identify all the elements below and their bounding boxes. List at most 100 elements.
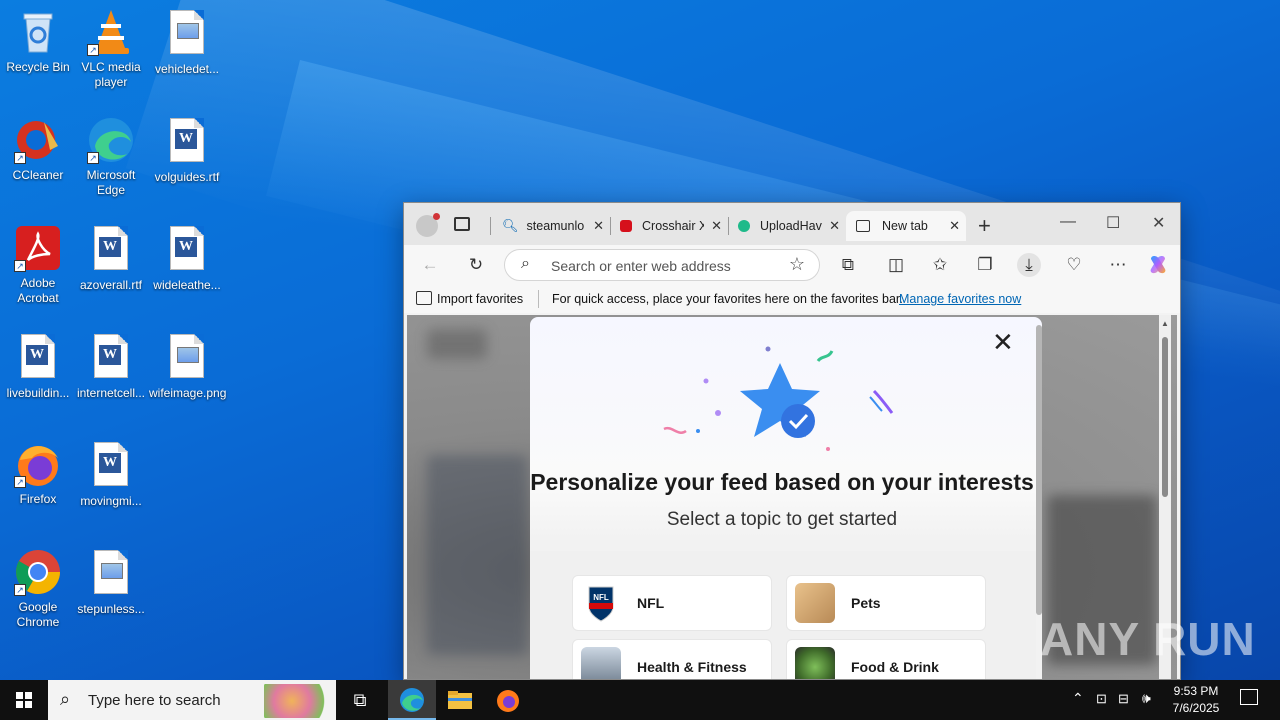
tab-close-icon[interactable]: ✕ bbox=[593, 218, 604, 234]
import-icon bbox=[416, 291, 432, 305]
copilot-icon[interactable] bbox=[1146, 253, 1170, 277]
anyrun-watermark: ANY RUN bbox=[1040, 613, 1256, 665]
image-file-icon bbox=[163, 334, 211, 382]
image-file-icon bbox=[163, 10, 211, 58]
minimize-icon[interactable]: — bbox=[1060, 213, 1076, 231]
desktop-icon-vehicledet[interactable]: vehicledet... bbox=[149, 8, 225, 77]
taskbar-search-box[interactable]: ⌕ Type here to search bbox=[48, 680, 336, 720]
dialog-subtitle: Select a topic to get started bbox=[666, 509, 898, 530]
back-arrow-icon[interactable]: ← bbox=[418, 253, 442, 277]
search-icon: 🔍︎ bbox=[502, 218, 519, 233]
chevron-up-icon[interactable]: ⌃ bbox=[1072, 690, 1084, 707]
personalize-feed-dialog: ✕ Personalize your feed based on your in… bbox=[530, 317, 1042, 679]
topic-health-fitness[interactable]: Health & Fitness bbox=[572, 639, 772, 679]
desktop-icon-wifeimage[interactable]: wifeimage.png bbox=[149, 332, 226, 401]
network-icon[interactable]: ⊟ bbox=[1118, 691, 1129, 707]
desktop-icon-vlc[interactable]: ↗ VLC media player bbox=[73, 8, 149, 90]
tab-new-tab[interactable]: New tab ✕ bbox=[846, 211, 966, 241]
refresh-icon[interactable]: ↻ bbox=[464, 253, 488, 277]
vlc-cone-icon: ↗ bbox=[87, 8, 135, 56]
icon-label: Google Chrome bbox=[16, 600, 60, 629]
tab-crosshair[interactable]: Crosshair X ✕ bbox=[610, 211, 728, 241]
file-explorer-icon[interactable] bbox=[436, 680, 484, 720]
desktop-icon-movingmi[interactable]: W movingmi... bbox=[73, 440, 149, 509]
device-icon[interactable]: ⊡ bbox=[1096, 691, 1107, 707]
split-screen-icon[interactable]: ◫ bbox=[884, 253, 908, 277]
icon-label: Recycle Bin bbox=[6, 60, 70, 74]
taskbar-edge-icon[interactable] bbox=[388, 680, 436, 720]
extensions-icon[interactable]: ⧉ bbox=[836, 253, 860, 277]
tab-steamunlocked[interactable]: 🔍︎ steamunlo ✕ bbox=[492, 211, 610, 241]
word-document-icon: W bbox=[87, 334, 135, 382]
address-placeholder: Search or enter web address bbox=[551, 258, 731, 274]
word-document-icon: W bbox=[163, 118, 211, 166]
topic-food-drink[interactable]: Food & Drink bbox=[786, 639, 986, 679]
manage-favorites-link[interactable]: Manage favorites now bbox=[899, 292, 1021, 306]
profile-avatar-icon[interactable] bbox=[416, 213, 440, 237]
word-document-icon: W bbox=[14, 334, 62, 382]
tab-title: UploadHav bbox=[760, 219, 822, 233]
favorites-bar: Import favorites For quick access, place… bbox=[404, 285, 1180, 313]
taskbar: ⌕ Type here to search ⧉ ⌃ ⊡ ⊟ 🕪︎ 9:53 PM… bbox=[0, 680, 1280, 720]
clock[interactable]: 9:53 PM 7/6/2025 bbox=[1166, 684, 1226, 715]
desktop-icon-stepunless[interactable]: stepunless... bbox=[73, 548, 149, 617]
task-view-icon[interactable]: ⧉ bbox=[336, 680, 384, 720]
search-highlight-image bbox=[264, 684, 334, 718]
blurred-element bbox=[427, 329, 487, 359]
firefox-icon: ↗ bbox=[14, 440, 62, 488]
topic-label: Food & Drink bbox=[851, 659, 939, 675]
desktop-icon-edge[interactable]: ↗ Microsoft Edge bbox=[73, 116, 149, 198]
desktop-icon-internetcell[interactable]: W internetcell... bbox=[73, 332, 149, 401]
tab-close-icon[interactable]: ✕ bbox=[829, 218, 840, 234]
downloads-icon[interactable]: ⤓ bbox=[1017, 253, 1041, 277]
tab-close-icon[interactable]: ✕ bbox=[711, 218, 722, 234]
chrome-icon: ↗ bbox=[14, 548, 62, 596]
scrollbar-thumb[interactable] bbox=[1162, 337, 1168, 497]
icon-label: Microsoft Edge bbox=[86, 168, 136, 197]
notifications-icon[interactable] bbox=[1240, 689, 1258, 705]
import-favorites-button[interactable]: Import favorites bbox=[437, 292, 523, 306]
desktop-icon-wideleathe[interactable]: W wideleathe... bbox=[149, 224, 225, 293]
icon-label: Adobe Acrobat bbox=[17, 276, 59, 305]
topic-nfl[interactable]: NFL NFL bbox=[572, 575, 772, 631]
tab-title: New tab bbox=[882, 219, 928, 233]
tab-close-icon[interactable]: ✕ bbox=[949, 218, 960, 234]
icon-label: CCleaner bbox=[12, 168, 64, 182]
favorites-icon[interactable]: ✩ bbox=[928, 253, 952, 277]
divider bbox=[538, 290, 539, 308]
desktop-icon-recycle-bin[interactable]: Recycle Bin bbox=[0, 8, 76, 75]
pets-image bbox=[795, 583, 835, 623]
desktop-icon-ccleaner[interactable]: ↗ CCleaner bbox=[0, 116, 76, 183]
collections-icon[interactable]: ❐ bbox=[973, 253, 997, 277]
topic-label: Pets bbox=[851, 595, 881, 611]
start-button[interactable] bbox=[0, 680, 48, 720]
desktop-icon-firefox[interactable]: ↗ Firefox bbox=[0, 440, 76, 507]
desktop-icon-azoverall[interactable]: W azoverall.rtf bbox=[73, 224, 149, 293]
address-bar[interactable]: ⌕ Search or enter web address ☆ bbox=[504, 249, 820, 281]
tab-uploadhaven[interactable]: UploadHav ✕ bbox=[728, 211, 846, 241]
new-tab-plus-icon[interactable]: + bbox=[978, 213, 991, 239]
edge-icon: ↗ bbox=[87, 116, 135, 164]
scroll-up-icon[interactable]: ▲ bbox=[1161, 319, 1169, 328]
topic-pets[interactable]: Pets bbox=[786, 575, 986, 631]
favorite-star-icon[interactable]: ☆ bbox=[789, 254, 805, 275]
tab-title: steamunlo bbox=[526, 219, 585, 233]
more-options-icon[interactable]: ⋯ bbox=[1106, 253, 1130, 277]
search-icon: ⌕ bbox=[60, 689, 71, 709]
tab-separator bbox=[490, 217, 491, 235]
desktop-icon-livebuildin[interactable]: W livebuildin... bbox=[0, 332, 76, 401]
close-dialog-icon[interactable]: ✕ bbox=[992, 327, 1014, 358]
desktop-icon-chrome[interactable]: ↗ Google Chrome bbox=[0, 548, 76, 630]
desktop-icon-adobe-acrobat[interactable]: ↗ Adobe Acrobat bbox=[0, 224, 76, 306]
desktop-icon-volguides[interactable]: W volguides.rtf bbox=[149, 116, 225, 185]
tab-actions-icon[interactable] bbox=[454, 217, 470, 231]
icon-label: volguides.rtf bbox=[154, 170, 220, 184]
taskbar-firefox-icon[interactable] bbox=[484, 680, 532, 720]
maximize-icon[interactable]: ☐ bbox=[1106, 213, 1120, 233]
icon-label: livebuildin... bbox=[6, 386, 70, 400]
dialog-scrollbar[interactable] bbox=[1036, 325, 1042, 615]
volume-icon[interactable]: 🕪︎ bbox=[1142, 690, 1151, 707]
blurred-element bbox=[427, 455, 527, 655]
close-window-icon[interactable]: ✕ bbox=[1152, 213, 1165, 233]
browser-essentials-icon[interactable]: ♡ bbox=[1062, 253, 1086, 277]
